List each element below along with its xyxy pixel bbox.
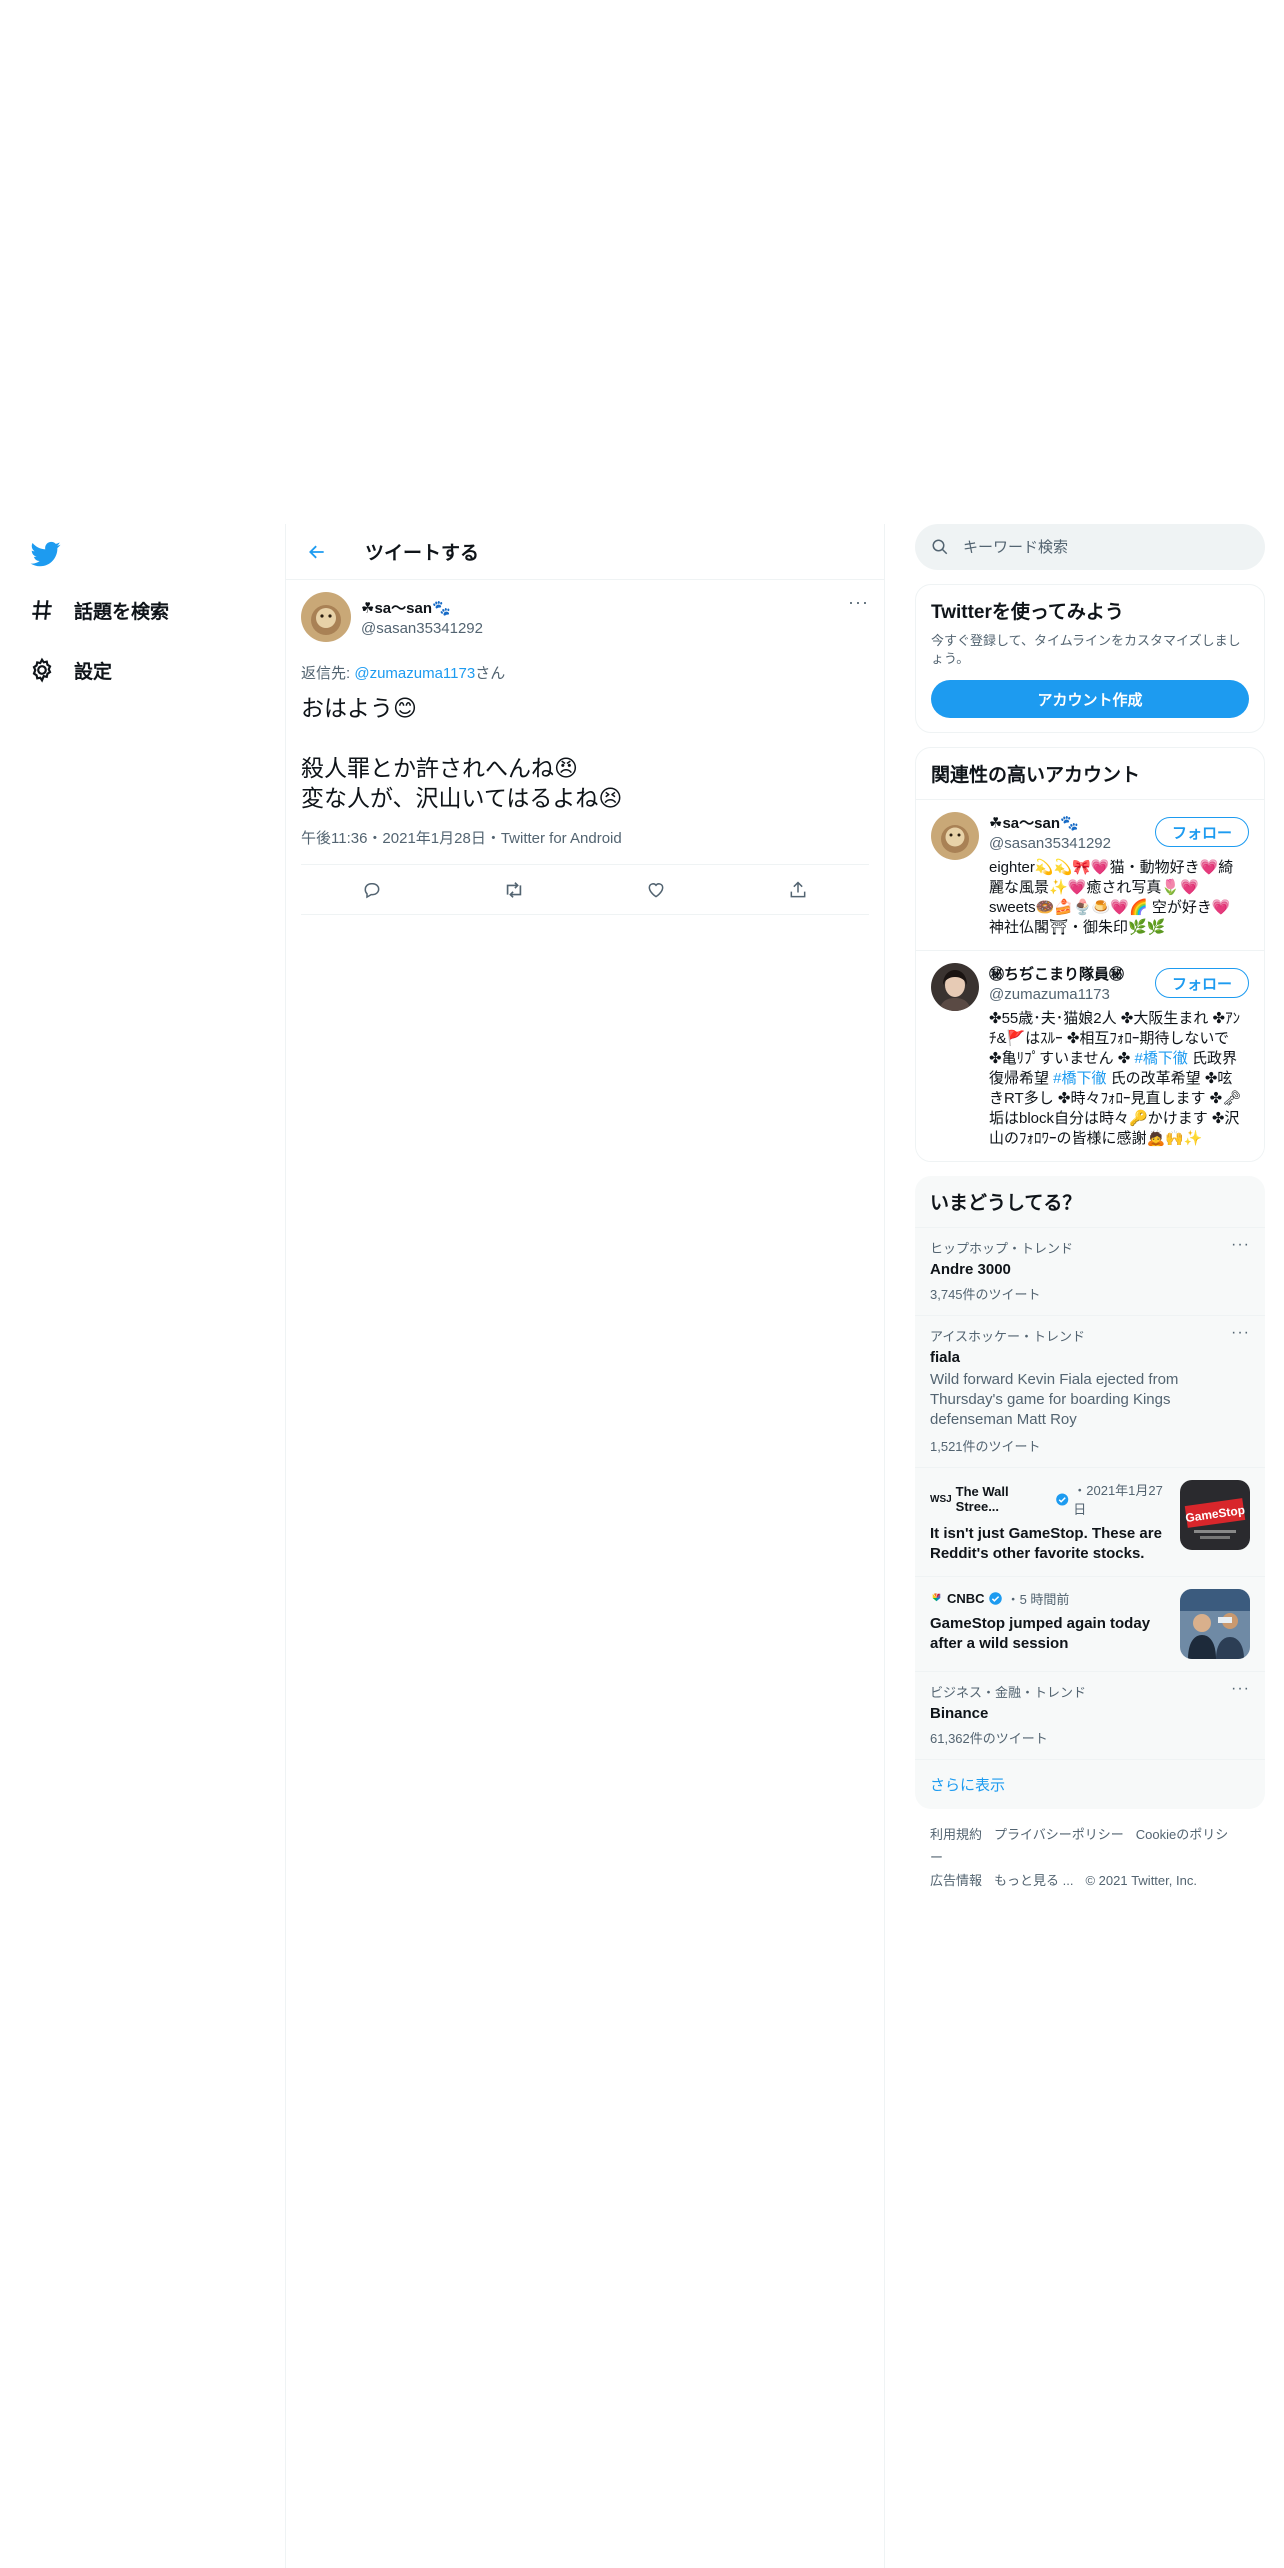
trend-context: ビジネス・金融・トレンド [930, 1685, 1087, 1700]
avatar[interactable] [301, 592, 351, 642]
page-header: ツイートする [286, 524, 884, 580]
signup-subtitle: 今すぐ登録して、タイムラインをカスタマイズしましょう。 [931, 633, 1241, 666]
trend-context: アイスホッケー・トレンド [930, 1329, 1085, 1344]
heart-icon [648, 882, 664, 898]
tweet-actions [301, 865, 869, 915]
tweet: ☘sa〜san🐾 @sasan35341292 ··· 返信先: @zumazu… [286, 580, 884, 915]
nav-settings[interactable]: 設定 [28, 650, 112, 690]
nav-explore[interactable]: 話題を検索 [28, 590, 169, 630]
share-button[interactable] [778, 870, 818, 910]
trend-title: Binance [930, 1705, 989, 1722]
news-item[interactable]: CNBC ・5 時間前 GameStop jumped again today … [915, 1576, 1265, 1671]
reply-prefix: 返信先: [301, 665, 355, 682]
trends-title: いまどうしてる？ [930, 1193, 1082, 1214]
account-name[interactable]: ☘sa〜san🐾 [989, 812, 1149, 833]
search-icon [932, 539, 948, 555]
back-arrow-icon [309, 545, 324, 558]
wsj-logo-icon: WSJ [930, 1493, 952, 1505]
account-name[interactable]: ㊙ちぢこまり隊員㊙ [989, 963, 1149, 984]
trend-item[interactable]: アイスホッケー・トレンド fiala Wild forward Kevin Fi… [915, 1315, 1265, 1467]
account-item[interactable]: ㊙ちぢこまり隊員㊙ @zumazuma1173 ✤55歳･夫･猫娘2人 ✤大阪生… [916, 951, 1264, 1161]
footer-link-more[interactable]: もっと見る ... [994, 1873, 1073, 1888]
news-source-name: The Wall Stree... [955, 1484, 1009, 1514]
signup-card: Twitterを使ってみよう 今すぐ登録して、タイムラインをカスタマイズしましょ… [915, 584, 1265, 733]
create-account-button[interactable]: アカウント作成 [931, 680, 1249, 718]
show-more-link[interactable]: さらに表示 [915, 1759, 1265, 1809]
sidebar-right: Twitterを使ってみよう 今すぐ登録して、タイムラインをカスタマイズしましょ… [915, 524, 1265, 1906]
footer-link-terms[interactable]: 利用規約 [930, 1827, 982, 1842]
search-input[interactable] [963, 538, 1223, 556]
footer: 利用規約 プライバシーポリシー Cookieのポリシー 広告情報 もっと見る ... ©… [915, 1809, 1265, 1906]
trend-context: ヒップホップ・トレンド [930, 1241, 1074, 1256]
follow-button[interactable]: フォロー [1154, 817, 1249, 847]
reply-to: 返信先: @zumazuma1173さん [301, 662, 869, 683]
avatar[interactable] [931, 963, 979, 1011]
share-icon [790, 880, 806, 897]
tweet-line: おはよう😊 [301, 695, 417, 721]
news-thumbnail [1180, 1589, 1250, 1659]
account-bio: ✤55歳･夫･猫娘2人 ✤大阪生まれ ✤ｱﾝﾁ&🚩はｽﾙｰ ✤相互ﾌｫﾛｰ期待し… [989, 1009, 1244, 1149]
trend-item[interactable]: ヒップホップ・トレンド Andre 3000 3,745件のツイート ··· [915, 1227, 1265, 1315]
page-title: ツイートする [365, 543, 480, 564]
account-bio: eighter💫💫🎀💗猫・動物好き💗綺麗な風景✨💗癒され写真🌷💗sweets🍩🍰… [989, 859, 1234, 936]
tweet-author-handle[interactable]: @sasan35341292 [361, 620, 483, 637]
more-options-icon[interactable]: ··· [848, 592, 869, 613]
reply-suffix: さん [475, 665, 506, 682]
footer-link-privacy[interactable]: プライバシーポリシー [994, 1827, 1124, 1842]
reply-button[interactable] [352, 870, 392, 910]
trend-count: 3,745件のツイート [930, 1287, 1041, 1302]
relevant-accounts-card: 関連性の高いアカウント ☘sa〜san🐾 @sasan35341292 eigh… [915, 747, 1265, 1162]
tweet-timestamp[interactable]: 午後11:36・2021年1月28日・Twitter for Android [301, 827, 869, 865]
verified-icon [988, 1592, 1002, 1605]
trend-count: 61,362件のツイート [930, 1731, 1048, 1746]
news-time: ・5 時間前 [1006, 1592, 1070, 1607]
news-source-name: CNBC [947, 1591, 985, 1606]
news-item[interactable]: WSJ The Wall Stree... ・2021年1月27日 It isn… [915, 1467, 1265, 1576]
tweet-line: 変な人が、沢山いてはるよね😣 [301, 785, 623, 811]
account-item[interactable]: ☘sa〜san🐾 @sasan35341292 eighter💫💫🎀💗猫・動物好… [916, 800, 1264, 951]
like-button[interactable] [636, 870, 676, 910]
more-options-icon[interactable]: ··· [1231, 1236, 1250, 1254]
main-column: ツイートする ☘sa〜san🐾 @sasan35341292 ··· 返信先: … [285, 524, 885, 2568]
reply-to-link[interactable]: @zumazuma1173 [354, 665, 475, 682]
hashtag-link[interactable]: #橋下徹 [1135, 1050, 1188, 1067]
follow-button[interactable]: フォロー [1154, 968, 1249, 998]
retweet-button[interactable] [494, 870, 534, 910]
news-thumbnail: GameStop [1180, 1480, 1250, 1550]
news-title: It isn't just GameStop. These are Reddit… [930, 1525, 1162, 1562]
cnbc-logo-icon [930, 1591, 943, 1607]
hashtag-icon [28, 596, 56, 624]
trend-title: fiala [930, 1349, 961, 1366]
news-title: GameStop jumped again today after a wild… [930, 1615, 1151, 1652]
trend-title: Andre 3000 [930, 1261, 1011, 1278]
trends-card: いまどうしてる？ ヒップホップ・トレンド Andre 3000 3,745件のツ… [915, 1176, 1265, 1809]
trend-item[interactable]: ビジネス・金融・トレンド Binance 61,362件のツイート ··· [915, 1671, 1265, 1759]
nav-settings-label: 設定 [74, 661, 113, 683]
reply-icon [364, 882, 380, 898]
tweet-line: 殺人罪とか許されへんね😠 [301, 755, 578, 781]
news-source: CNBC ・5 時間前 [930, 1589, 1172, 1608]
copyright: © 2021 Twitter, Inc. [1085, 1873, 1197, 1888]
news-source: WSJ The Wall Stree... ・2021年1月27日 [930, 1480, 1172, 1518]
footer-link-ads[interactable]: 広告情報 [930, 1873, 982, 1888]
signup-title: Twitterを使ってみよう [931, 602, 1124, 623]
tweet-author-name[interactable]: ☘sa〜san🐾 [361, 597, 483, 618]
verified-icon [1056, 1492, 1069, 1506]
nav-explore-label: 話題を検索 [74, 601, 170, 623]
retweet-icon [506, 881, 522, 898]
more-options-icon[interactable]: ··· [1231, 1324, 1250, 1342]
search-box[interactable] [915, 524, 1265, 570]
news-time: ・2021年1月27日 [1073, 1483, 1163, 1517]
trend-count: 1,521件のツイート [930, 1439, 1041, 1454]
avatar[interactable] [931, 812, 979, 860]
tweet-text: おはよう😊 殺人罪とか許されへんね😠 変な人が、沢山いてはるよね😣 [301, 693, 869, 813]
hashtag-link[interactable]: #橋下徹 [1053, 1070, 1106, 1087]
trend-description: Wild forward Kevin Fiala ejected from Th… [930, 1371, 1179, 1428]
twitter-logo-icon[interactable] [29, 539, 63, 569]
relevant-accounts-title: 関連性の高いアカウント [916, 748, 1264, 800]
back-button[interactable] [297, 532, 337, 572]
more-options-icon[interactable]: ··· [1231, 1680, 1250, 1698]
gear-icon [28, 656, 56, 684]
